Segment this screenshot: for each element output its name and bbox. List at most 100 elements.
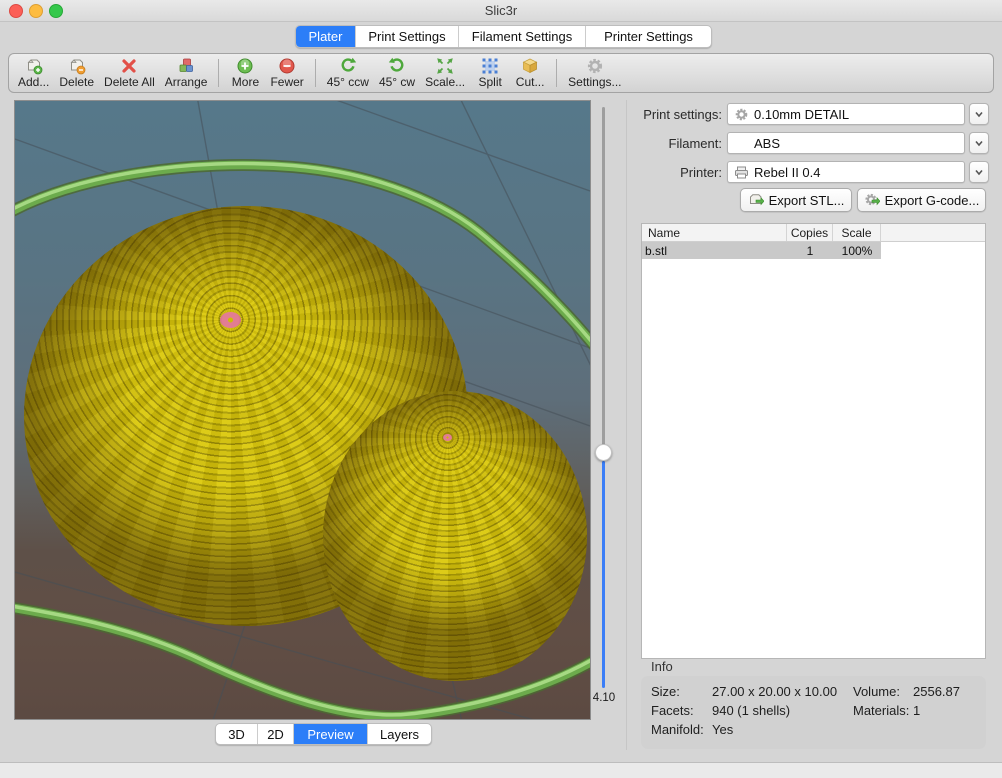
manifold-value: Yes (712, 722, 733, 737)
print-settings-value: 0.10mm DETAIL (754, 107, 849, 122)
tab-filament-settings[interactable]: Filament Settings (459, 26, 586, 47)
arrange-icon (177, 57, 195, 75)
toolbar-button-label: More (232, 75, 259, 89)
model-small-dome[interactable] (323, 391, 587, 681)
panel-divider (626, 100, 627, 750)
rotate-ccw-icon (339, 57, 357, 75)
column-header-filler (881, 224, 985, 241)
delete-all-button[interactable]: Delete All (104, 57, 155, 89)
add-button[interactable]: Add... (18, 57, 49, 89)
cut-icon (521, 57, 539, 75)
materials-label: Materials: (853, 703, 909, 718)
more-button[interactable]: More (230, 57, 260, 89)
cell-scale: 100% (833, 242, 881, 259)
3d-viewport[interactable] (14, 100, 591, 720)
title-bar: Slic3r (0, 0, 1002, 22)
table-row[interactable]: b.stl 1 100% (642, 242, 985, 259)
toolbar-button-label: Cut... (516, 75, 545, 89)
window-title: Slic3r (0, 3, 1002, 18)
toolbar-button-label: Delete All (104, 75, 155, 89)
layer-slider-thumb[interactable] (595, 444, 612, 461)
rotate-ccw-button[interactable]: 45° ccw (327, 57, 369, 89)
fewer-icon (278, 57, 296, 75)
print-settings-combo[interactable]: 0.10mm DETAIL (727, 103, 965, 125)
tab-3d[interactable]: 3D (216, 724, 258, 744)
layer-slider-track-lower[interactable] (602, 461, 605, 688)
column-header-name[interactable]: Name (642, 224, 787, 241)
filament-combo[interactable]: ABS (727, 132, 965, 154)
object-list-header: Name Copies Scale (642, 224, 985, 242)
chevron-down-icon (973, 137, 985, 149)
object-list: Name Copies Scale b.stl 1 100% (641, 223, 986, 659)
cell-name: b.stl (642, 242, 787, 259)
object-add-icon (25, 57, 43, 75)
split-icon (481, 57, 499, 75)
print-settings-dropdown-button[interactable] (969, 103, 989, 125)
toolbar-separator (556, 59, 557, 87)
toolbar-button-label: 45° ccw (327, 75, 369, 89)
settings-button[interactable]: Settings... (568, 57, 621, 89)
toolbar-button-label: Delete (59, 75, 94, 89)
tab-plater[interactable]: Plater (296, 26, 356, 47)
materials-value: 1 (913, 703, 920, 718)
printer-label: Printer: (560, 165, 722, 180)
size-label: Size: (651, 684, 680, 699)
info-box: Size: 27.00 x 20.00 x 10.00 Volume: 2556… (641, 676, 986, 749)
tab-2d[interactable]: 2D (258, 724, 294, 744)
gear-icon (734, 107, 749, 122)
export-stl-button[interactable]: Export STL... (740, 188, 852, 212)
status-bar (0, 763, 1002, 778)
export-gcode-label: Export G-code... (885, 193, 980, 208)
chevron-down-icon (973, 166, 985, 178)
export-gcode-icon (864, 192, 880, 208)
toolbar-button-label: Split (478, 75, 501, 89)
printer-icon (734, 165, 749, 180)
export-gcode-button[interactable]: Export G-code... (857, 188, 986, 212)
toolbar-button-label: Arrange (165, 75, 208, 89)
filament-value: ABS (754, 136, 780, 151)
toolbar-separator (315, 59, 316, 87)
toolbar-button-label: Add... (18, 75, 49, 89)
scale-button[interactable]: Scale... (425, 57, 465, 89)
tab-layers[interactable]: Layers (368, 724, 431, 744)
print-settings-label: Print settings: (560, 107, 722, 122)
toolbar-button-label: Fewer (270, 75, 303, 89)
layer-slider-track-upper[interactable] (602, 107, 605, 447)
toolbar-button-label: Scale... (425, 75, 465, 89)
main-tab-bar: Plater Print Settings Filament Settings … (295, 25, 712, 48)
printer-dropdown-button[interactable] (969, 161, 989, 183)
tab-preview[interactable]: Preview (294, 724, 368, 744)
toolbar-button-label: Settings... (568, 75, 621, 89)
manifold-label: Manifold: (651, 722, 704, 737)
seam-marker-large (220, 312, 241, 328)
split-button[interactable]: Split (475, 57, 505, 89)
column-header-copies[interactable]: Copies (787, 224, 833, 241)
filament-label: Filament: (560, 136, 722, 151)
view-tab-bar: 3D 2D Preview Layers (215, 723, 432, 745)
more-icon (236, 57, 254, 75)
gear-icon (586, 57, 604, 75)
cut-button[interactable]: Cut... (515, 57, 545, 89)
facets-label: Facets: (651, 703, 694, 718)
info-section-title: Info (651, 659, 673, 674)
tab-print-settings[interactable]: Print Settings (356, 26, 459, 47)
layer-slider-value: 4.10 (584, 692, 624, 704)
delete-button[interactable]: Delete (59, 57, 94, 89)
column-header-scale[interactable]: Scale (833, 224, 881, 241)
printer-combo[interactable]: Rebel II 0.4 (727, 161, 965, 183)
fewer-button[interactable]: Fewer (270, 57, 303, 89)
delete-all-icon (120, 57, 138, 75)
rotate-cw-icon (388, 57, 406, 75)
volume-label: Volume: (853, 684, 900, 699)
tab-printer-settings[interactable]: Printer Settings (586, 26, 711, 47)
cell-filler (881, 242, 985, 259)
toolbar-button-label: 45° cw (379, 75, 415, 89)
printer-value: Rebel II 0.4 (754, 165, 821, 180)
filament-dropdown-button[interactable] (969, 132, 989, 154)
object-delete-icon (68, 57, 86, 75)
arrange-button[interactable]: Arrange (165, 57, 208, 89)
cell-copies: 1 (787, 242, 833, 259)
rotate-cw-button[interactable]: 45° cw (379, 57, 415, 89)
scale-icon (436, 57, 454, 75)
export-stl-icon (748, 192, 764, 208)
